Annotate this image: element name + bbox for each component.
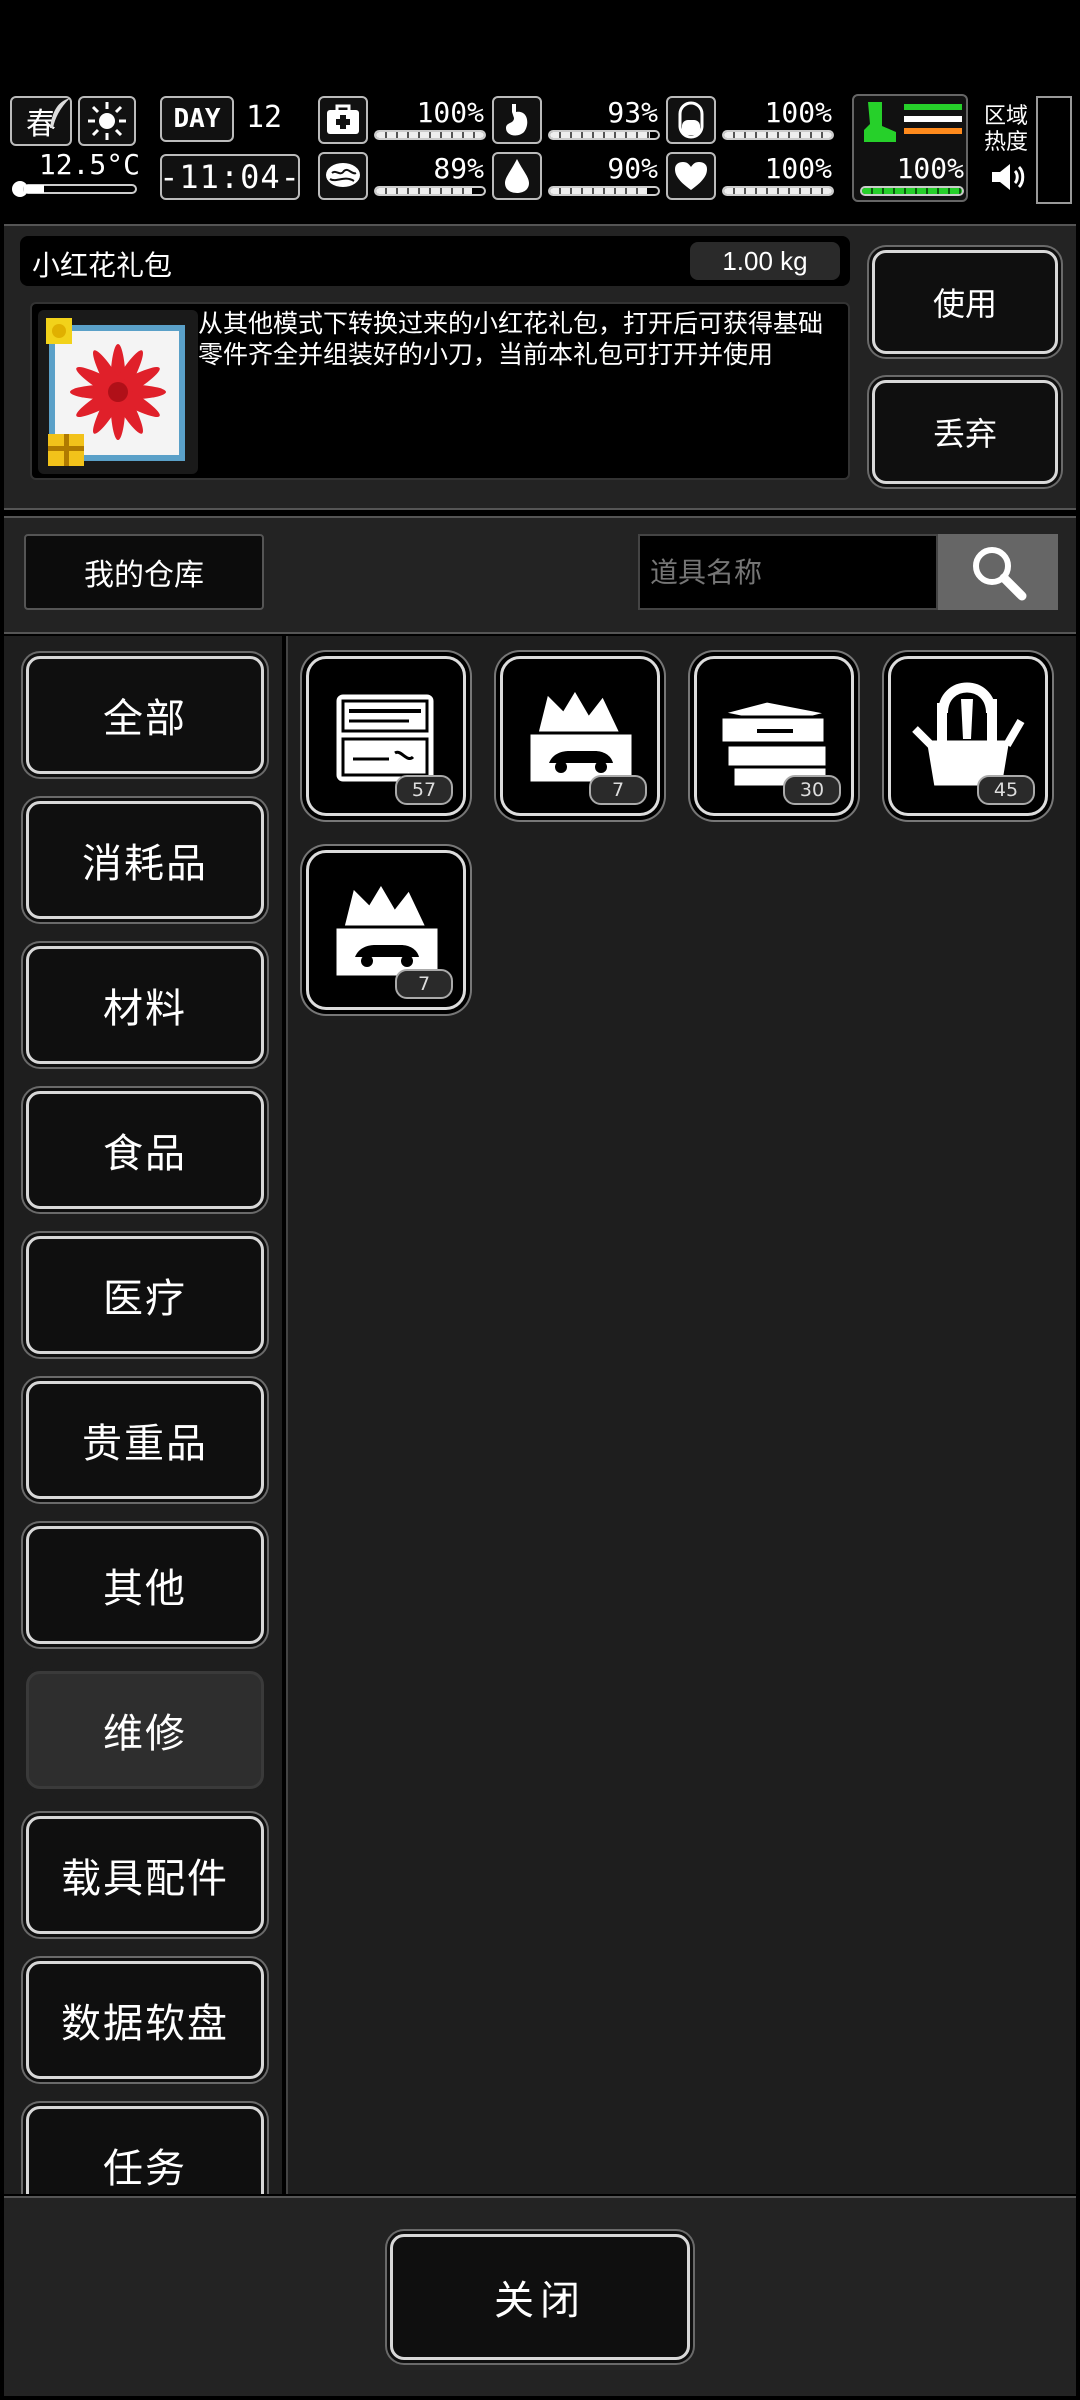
category-valuables[interactable]: 贵重品 [26,1381,264,1499]
time-value: -11:04- [159,158,301,196]
discard-button-label: 丢弃 [932,415,997,453]
category-label: 食品 [103,1131,187,1177]
time-readout: -11:04- [159,154,301,200]
heart-bar [722,186,834,196]
medicine-value: 100% [764,96,832,129]
category-label: 载具配件 [61,1856,229,1902]
day-badge: DAY [160,96,234,142]
category-other[interactable]: 其他 [26,1526,264,1644]
day-number: 12 [246,100,283,135]
stamina-panel: 100% [852,94,968,202]
category-label: 材料 [103,986,187,1032]
warehouse-title: 我的仓库 [84,558,204,593]
category-repair[interactable]: 维修 [26,1671,264,1789]
weather-sun-icon [78,96,136,146]
inventory-slot[interactable]: 45 [888,656,1048,816]
category-consumables[interactable]: 消耗品 [26,801,264,919]
item-weight: 1.00 kg [690,242,840,280]
discard-button[interactable]: 丢弃 [872,380,1058,484]
item-detail-panel: 小红花礼包 1.00 kg 从其他模式下转换过来的小红花礼包，打开后可获得基础零… [4,224,1076,510]
day-label: DAY [173,104,221,134]
item-name-bar: 小红花礼包 1.00 kg [20,236,850,286]
health-bar [374,130,486,140]
area-heat-meter [1036,96,1072,204]
category-food[interactable]: 食品 [26,1091,264,1209]
stamina-stripes [904,104,962,140]
category-vehicle-parts[interactable]: 载具配件 [26,1816,264,1934]
mental-bar [374,186,486,196]
category-label: 消耗品 [82,841,208,887]
feather-icon [46,96,74,130]
speaker-icon[interactable] [990,160,1030,194]
category-medical[interactable]: 医疗 [26,1236,264,1354]
inventory-slot[interactable]: 7 [306,850,466,1010]
search-icon [973,547,1027,601]
water-drop-icon [492,152,542,200]
search-button[interactable] [938,534,1058,610]
category-data-disks[interactable]: 数据软盘 [26,1961,264,2079]
thirst-bar [548,186,660,196]
brain-icon [318,152,368,200]
footer-panel: 关闭 [4,2196,1076,2396]
inventory-slot[interactable]: 7 [500,656,660,816]
stamina-value: 100% [896,152,964,185]
category-materials[interactable]: 材料 [26,946,264,1064]
medicine-bar [722,130,834,140]
area-heat-label: 区域 热度 [984,104,1029,155]
hunger-bar [548,130,660,140]
status-bar: 春 12.5°C DAY 12 -11:04- 100% 93% 100% 89… [0,90,1080,212]
warehouse-header: 我的仓库 [4,516,1076,634]
item-name: 小红花礼包 [32,249,173,282]
stomach-icon [492,96,542,144]
use-button[interactable]: 使用 [872,250,1058,354]
close-button[interactable]: 关闭 [390,2234,690,2360]
category-label: 其他 [103,1566,187,1612]
close-button-label: 关闭 [494,2278,586,2324]
item-count: 45 [977,775,1035,805]
category-sidebar: 全部 消耗品 材料 食品 医疗 贵重品 其他 维修 载具配件 数据软盘 任务 [4,636,282,2194]
red-flower-gift-icon [38,310,198,474]
boot-icon [860,100,900,144]
category-label: 维修 [103,1711,187,1757]
warehouse-title-box: 我的仓库 [24,534,264,610]
inventory-slot[interactable]: 57 [306,656,466,816]
item-search-input[interactable] [638,534,938,610]
category-all[interactable]: 全部 [26,656,264,774]
item-description: 从其他模式下转换过来的小红花礼包，打开后可获得基础零件齐全并组装好的小刀，当前本… [198,309,824,369]
pill-icon [666,96,716,144]
category-label: 任务 [103,2146,187,2192]
item-detail-body: 从其他模式下转换过来的小红花礼包，打开后可获得基础零件齐全并组装好的小刀，当前本… [30,302,850,480]
mental-value: 89% [433,152,484,185]
category-label: 全部 [103,696,187,742]
item-count: 7 [395,969,453,999]
medkit-icon [318,96,368,144]
category-quests[interactable]: 任务 [26,2106,264,2194]
temperature-readout: 12.5°C [38,148,140,181]
thermometer-icon [10,178,140,200]
health-value: 100% [416,96,484,129]
stamina-bar [860,186,964,196]
heart-icon [666,152,716,200]
category-label: 数据软盘 [61,2001,229,2047]
inventory-slot[interactable]: 30 [694,656,854,816]
item-count: 7 [589,775,647,805]
thirst-value: 90% [607,152,658,185]
hunger-value: 93% [607,96,658,129]
category-label: 医疗 [103,1276,187,1322]
use-button-label: 使用 [932,285,997,323]
item-grid: 57 7 30 45 7 [286,636,1076,2194]
item-count: 30 [783,775,841,805]
heart-value: 100% [764,152,832,185]
item-count: 57 [395,775,453,805]
category-label: 贵重品 [82,1421,208,1467]
